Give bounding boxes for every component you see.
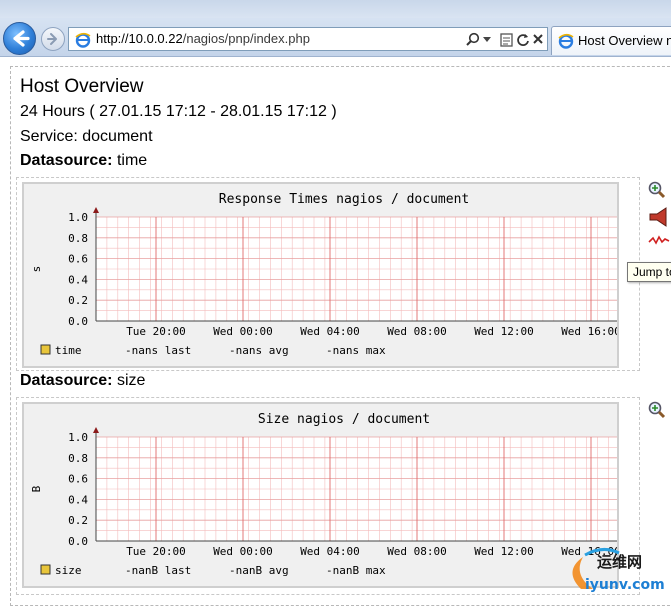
service-name: Service: document	[20, 128, 153, 145]
datasource-name: size	[116, 372, 146, 389]
y-tick-label: 0.4	[68, 493, 88, 506]
watermark-domain: iyunv.com	[585, 577, 665, 593]
tab-title: Host Overview n	[578, 33, 671, 48]
y-tick-label: 0.8	[68, 452, 88, 465]
x-tick-label: Wed 12:00	[474, 545, 534, 558]
y-tick-label: 0.6	[68, 473, 88, 486]
x-tick-label: Wed 00:00	[213, 545, 273, 558]
y-tick-label: 1.0	[68, 211, 88, 224]
x-tick-label: Wed 04:00	[300, 325, 360, 338]
y-tick-label: 1.0	[68, 431, 88, 444]
time-period: 24 Hours ( 27.01.15 17:12 - 28.01.15 17:…	[20, 103, 337, 120]
watermark-cn: 运维网	[597, 553, 642, 571]
legend-max: -nanB max	[326, 564, 386, 577]
y-tick-label: 0.2	[68, 514, 88, 527]
legend-avg: -nanB avg	[229, 564, 289, 577]
zoom-icon[interactable]	[648, 181, 666, 199]
graph-time[interactable]: Tue 20:00 Wed 00:00 Wed 04:00 Wed 08:00 Wed …	[22, 182, 619, 368]
refresh-icon[interactable]	[516, 32, 530, 48]
y-axis-label: B	[30, 485, 43, 492]
forward-button[interactable]	[41, 27, 65, 51]
stop-icon[interactable]	[532, 33, 544, 45]
graph-icon[interactable]	[648, 234, 671, 246]
y-tick-label: 0.6	[68, 253, 88, 266]
datasource-label: Datasource:	[20, 372, 113, 389]
pdf-icon[interactable]	[648, 207, 671, 227]
tab-host-overview[interactable]: Host Overview n	[551, 26, 671, 55]
legend-last: -nanB last	[125, 564, 191, 577]
x-tick-label: Wed 08:00	[387, 325, 447, 338]
y-tick-label: 0.0	[68, 535, 88, 548]
legend-name: time	[55, 344, 82, 357]
search-icon[interactable]	[465, 32, 481, 48]
watermark-logo: 运维网 iyunv.com	[572, 548, 665, 593]
y-axis-arrow	[93, 427, 99, 433]
ie-page-icon	[75, 32, 91, 48]
graph-size[interactable]: Tue 20:00 Wed 00:00 Wed 04:00 Wed 08:00 Wed …	[22, 402, 619, 588]
graph-title: Response Times nagios / document	[219, 192, 469, 207]
back-arrow-icon	[13, 30, 30, 47]
ie-page-icon	[558, 33, 574, 49]
tooltip: Jump to	[627, 262, 671, 282]
datasource-heading-time: Datasource: time	[20, 152, 147, 170]
y-tick-label: 0.2	[68, 294, 88, 307]
browser-toolbar: http://10.0.0.22/nagios/pnp/index.php Ho…	[0, 0, 671, 57]
y-tick-label: 0.4	[68, 273, 88, 286]
legend-swatch	[40, 344, 51, 355]
y-tick-label: 0.0	[68, 315, 88, 328]
title-bar	[0, 0, 671, 18]
legend-max: -nans max	[326, 344, 386, 357]
datasource-name: time	[116, 152, 148, 169]
legend-swatch	[40, 564, 51, 575]
y-tick-label: 0.8	[68, 232, 88, 245]
datasource-heading-size: Datasource: size	[20, 372, 145, 390]
x-tick-label: Tue 20:00	[126, 545, 186, 558]
y-axis-arrow	[93, 207, 99, 213]
address-bar[interactable]: http://10.0.0.22/nagios/pnp/index.php	[68, 27, 548, 51]
url-text[interactable]: http://10.0.0.22/nagios/pnp/index.php	[96, 31, 310, 46]
forward-arrow-icon	[47, 33, 57, 45]
legend-last: -nans last	[125, 344, 191, 357]
x-tick-label: Wed 00:00	[213, 325, 273, 338]
graph-title: Size nagios / document	[258, 412, 430, 427]
compat-view-icon[interactable]	[500, 32, 514, 48]
x-tick-label: Wed 16:00	[561, 325, 617, 338]
x-tick-label: Wed 12:00	[474, 325, 534, 338]
y-axis-label: s	[30, 266, 43, 273]
page-title: Host Overview	[20, 76, 144, 97]
legend-name: size	[55, 564, 82, 577]
legend-avg: -nans avg	[229, 344, 289, 357]
x-tick-label: Wed 04:00	[300, 545, 360, 558]
back-button[interactable]	[3, 22, 36, 55]
chevron-down-icon[interactable]	[483, 37, 491, 43]
datasource-label: Datasource:	[20, 152, 113, 169]
zoom-icon[interactable]	[648, 401, 666, 419]
x-tick-label: Tue 20:00	[126, 325, 186, 338]
x-tick-label: Wed 08:00	[387, 545, 447, 558]
